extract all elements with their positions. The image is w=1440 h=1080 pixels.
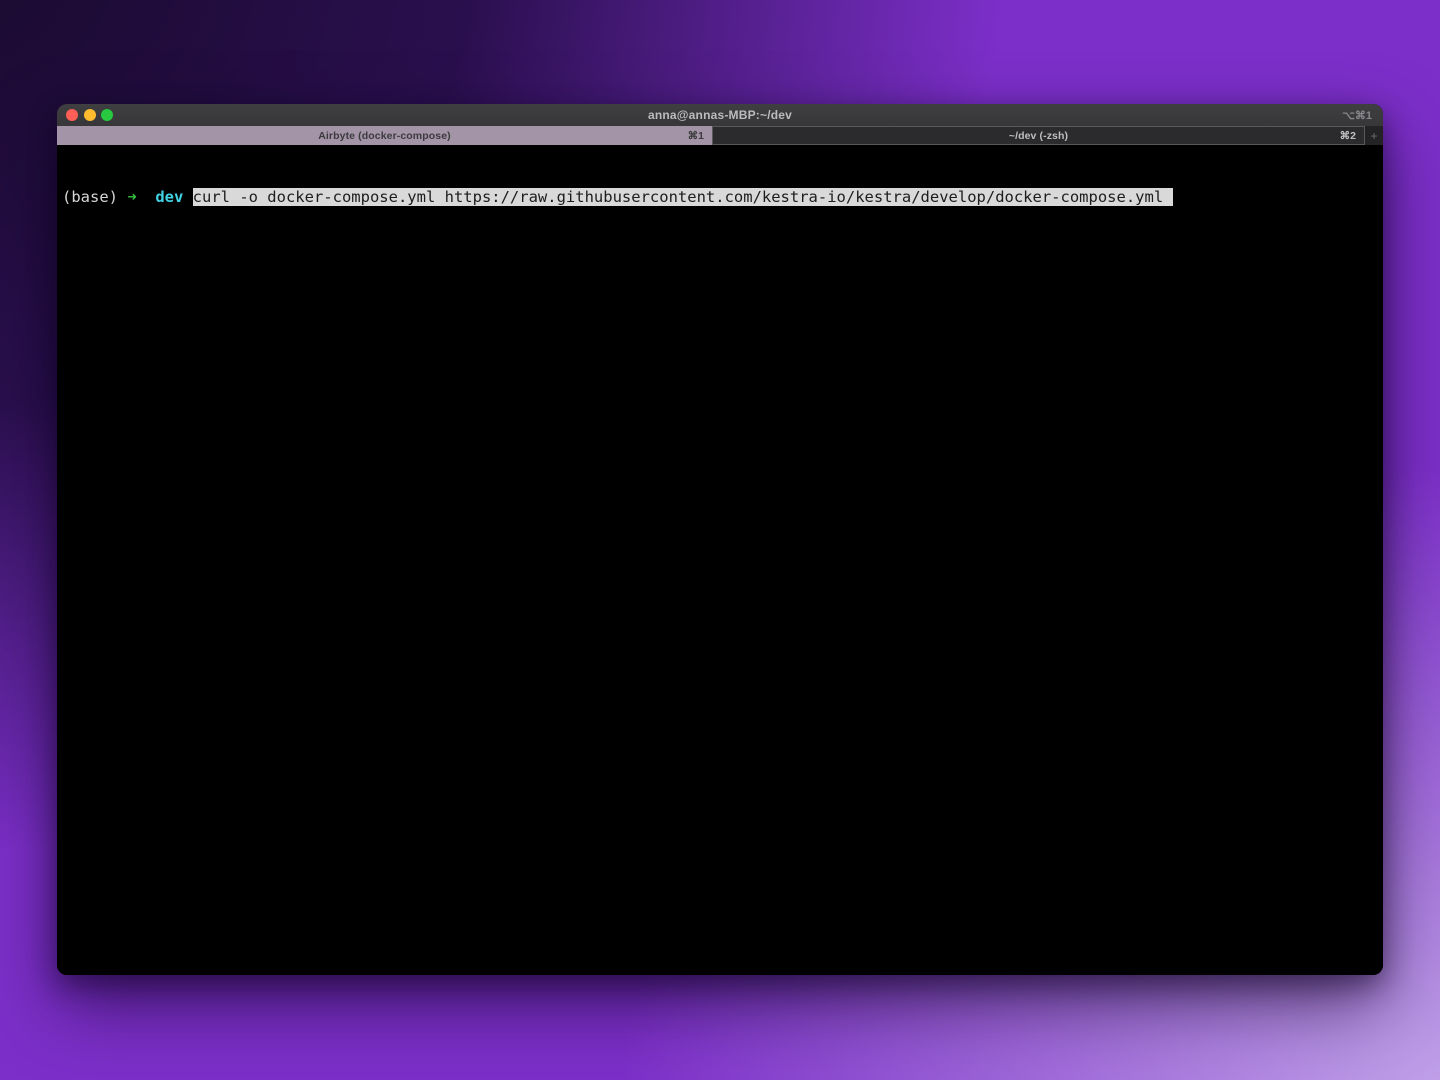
window-titlebar[interactable]: anna@annas-MBP:~/dev ⌥⌘1 bbox=[57, 104, 1383, 126]
close-button[interactable] bbox=[66, 109, 78, 121]
window-title: anna@annas-MBP:~/dev bbox=[648, 108, 792, 122]
minimize-button[interactable] bbox=[84, 109, 96, 121]
tab-label: ~/dev (-zsh) bbox=[1009, 130, 1068, 142]
tab-shortcut-badge: ⌘2 bbox=[1340, 127, 1356, 144]
zoom-button[interactable] bbox=[101, 109, 113, 121]
tab-shortcut-badge: ⌘1 bbox=[688, 126, 704, 145]
command-text-selected[interactable]: curl -o docker-compose.yml https://raw.g… bbox=[193, 188, 1173, 206]
plus-icon: + bbox=[1370, 129, 1377, 143]
window-shortcut-badge: ⌥⌘1 bbox=[1342, 104, 1372, 126]
terminal-window: anna@annas-MBP:~/dev ⌥⌘1 Airbyte (docker… bbox=[57, 104, 1383, 975]
conda-env-prefix: (base) bbox=[62, 188, 118, 206]
traffic-lights bbox=[66, 104, 113, 126]
prompt-arrow-icon: ➜ bbox=[127, 188, 136, 206]
tab-bar: Airbyte (docker-compose) ⌘1 ~/dev (-zsh)… bbox=[57, 126, 1383, 145]
tab-dev-zsh[interactable]: ~/dev (-zsh) ⌘2 bbox=[712, 126, 1365, 145]
prompt-directory: dev bbox=[155, 188, 183, 206]
tab-airbyte-docker-compose[interactable]: Airbyte (docker-compose) ⌘1 bbox=[57, 126, 712, 145]
prompt-line: (base) ➜ dev curl -o docker-compose.yml htt… bbox=[62, 188, 1383, 207]
new-tab-button[interactable]: + bbox=[1365, 126, 1383, 145]
tab-label: Airbyte (docker-compose) bbox=[318, 130, 451, 142]
terminal-screen[interactable]: (base) ➜ dev curl -o docker-compose.yml htt… bbox=[57, 145, 1383, 975]
